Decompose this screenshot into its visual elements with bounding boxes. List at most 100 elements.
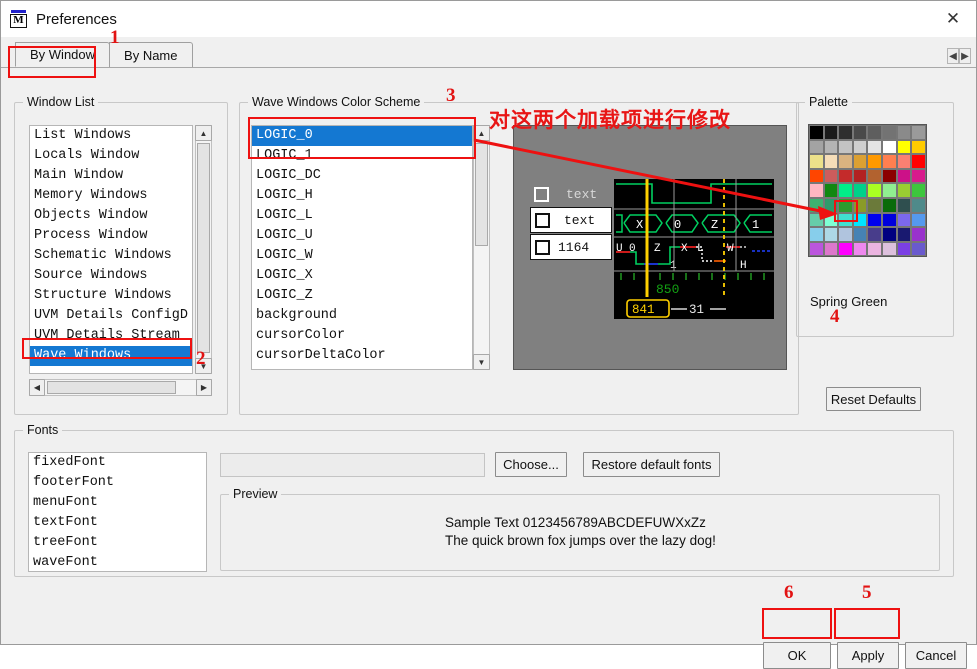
font-list-item-1[interactable]: footerFont (29, 473, 206, 493)
palette-swatch-10[interactable] (838, 139, 853, 155)
scroll-down-icon[interactable]: ▼ (473, 354, 490, 370)
color-palette-grid[interactable] (808, 124, 927, 258)
ok-button[interactable]: OK (763, 642, 831, 669)
palette-swatch-38[interactable] (896, 183, 912, 198)
color-scheme-vscrollbar[interactable]: ▲ ▼ (473, 125, 490, 370)
apply-button[interactable]: Apply (837, 642, 899, 669)
palette-swatch-46[interactable] (896, 197, 912, 213)
palette-swatch-23[interactable] (911, 154, 926, 169)
palette-swatch-13[interactable] (881, 139, 897, 155)
font-list-item-0[interactable]: fixedFont (29, 453, 206, 473)
palette-swatch-25[interactable] (823, 168, 839, 184)
font-list-item-5[interactable]: waveFont (29, 553, 206, 571)
color-scheme-item-5[interactable]: LOGIC_U (252, 226, 472, 246)
choose-font-button[interactable]: Choose... (495, 452, 567, 477)
palette-swatch-44[interactable] (867, 197, 882, 213)
window-list-item-1[interactable]: Locals Window (30, 146, 192, 166)
palette-swatch-37[interactable] (881, 183, 897, 198)
window-list-item-8[interactable]: Structure Windows (30, 286, 192, 306)
tab-by-window[interactable]: By Window (15, 42, 111, 67)
window-list-listbox[interactable]: List Windows Locals Window Main Window Memo… (29, 125, 193, 374)
color-scheme-item-8[interactable]: LOGIC_Z (252, 286, 472, 306)
palette-swatch-71[interactable] (911, 241, 926, 257)
window-list-item-9[interactable]: UVM Details ConfigD (30, 306, 192, 326)
color-scheme-item-9[interactable]: background (252, 306, 472, 326)
palette-swatch-68[interactable] (867, 241, 882, 257)
palette-swatch-2[interactable] (838, 125, 853, 140)
window-list-item-7[interactable]: Source Windows (30, 266, 192, 286)
font-list-item-4[interactable]: treeFont (29, 533, 206, 553)
palette-swatch-7[interactable] (911, 125, 926, 140)
color-scheme-listbox[interactable]: LOGIC_0 LOGIC_1 LOGIC_DC LOGIC_H LOGIC_L LOGI… (251, 125, 473, 370)
font-list-item-3[interactable]: textFont (29, 513, 206, 533)
scroll-up-icon[interactable]: ▲ (195, 125, 212, 141)
color-scheme-item-3[interactable]: LOGIC_H (252, 186, 472, 206)
palette-swatch-29[interactable] (881, 168, 897, 184)
scroll-right-icon[interactable]: ▶ (196, 379, 212, 396)
color-scheme-item-1[interactable]: LOGIC_1 (252, 146, 472, 166)
palette-swatch-5[interactable] (881, 125, 897, 140)
palette-swatch-36[interactable] (867, 183, 882, 198)
checkbox-unchecked-icon[interactable] (534, 186, 549, 202)
palette-swatch-58[interactable] (838, 227, 853, 242)
palette-swatch-21[interactable] (881, 154, 897, 169)
palette-swatch-66[interactable] (838, 241, 853, 257)
palette-swatch-30[interactable] (896, 168, 912, 184)
color-scheme-item-4[interactable]: LOGIC_L (252, 206, 472, 226)
window-list-item-6[interactable]: Schematic Windows (30, 246, 192, 266)
palette-swatch-54[interactable] (896, 212, 912, 228)
color-scheme-item-7[interactable]: LOGIC_X (252, 266, 472, 286)
palette-swatch-6[interactable] (896, 125, 912, 140)
window-list-item-3[interactable]: Memory Windows (30, 186, 192, 206)
reset-defaults-button[interactable]: Reset Defaults (826, 387, 921, 411)
palette-swatch-48[interactable] (809, 212, 824, 228)
palette-swatch-0[interactable] (809, 125, 824, 140)
palette-swatch-39[interactable] (911, 183, 926, 198)
palette-swatch-4[interactable] (867, 125, 882, 140)
palette-swatch-45[interactable] (881, 197, 897, 213)
fonts-listbox[interactable]: fixedFont footerFont menuFont textFont treeF… (28, 452, 207, 572)
palette-swatch-35[interactable] (852, 183, 868, 198)
palette-swatch-63[interactable] (911, 227, 926, 242)
palette-swatch-49[interactable] (823, 212, 839, 228)
window-list-item-0[interactable]: List Windows (30, 126, 192, 146)
chevron-right-icon[interactable]: ▶ (959, 48, 971, 64)
color-scheme-item-10[interactable]: cursorColor (252, 326, 472, 346)
scroll-up-icon[interactable]: ▲ (473, 125, 490, 141)
color-scheme-item-6[interactable]: LOGIC_W (252, 246, 472, 266)
window-list-vscrollbar[interactable]: ▲ ▼ (195, 125, 212, 374)
cancel-button[interactable]: Cancel (905, 642, 967, 669)
color-scheme-item-11[interactable]: cursorDeltaColor (252, 346, 472, 366)
palette-swatch-14[interactable] (896, 139, 912, 155)
palette-swatch-20[interactable] (867, 154, 882, 169)
hscroll-thumb[interactable] (47, 381, 176, 394)
palette-swatch-51[interactable] (852, 212, 868, 228)
palette-swatch-16[interactable] (809, 154, 824, 169)
scroll-down-icon[interactable]: ▼ (195, 358, 212, 374)
palette-swatch-27[interactable] (852, 168, 868, 184)
palette-swatch-56[interactable] (809, 227, 824, 242)
palette-swatch-12[interactable] (867, 139, 882, 155)
palette-swatch-70[interactable] (896, 241, 912, 257)
font-list-item-2[interactable]: menuFont (29, 493, 206, 513)
window-list-item-10[interactable]: UVM Details Stream (30, 326, 192, 346)
restore-default-fonts-button[interactable]: Restore default fonts (583, 452, 720, 477)
chevron-left-icon[interactable]: ◀ (947, 48, 959, 64)
palette-swatch-47[interactable] (911, 197, 926, 213)
palette-swatch-43[interactable] (852, 197, 868, 213)
palette-swatch-65[interactable] (823, 241, 839, 257)
tab-by-name[interactable]: By Name (109, 42, 193, 67)
palette-swatch-42[interactable] (838, 197, 853, 213)
color-scheme-item-0[interactable]: LOGIC_0 (252, 126, 472, 146)
palette-swatch-41[interactable] (823, 197, 839, 213)
palette-swatch-32[interactable] (809, 183, 824, 198)
palette-swatch-11[interactable] (852, 139, 868, 155)
palette-swatch-62[interactable] (896, 227, 912, 242)
palette-swatch-28[interactable] (867, 168, 882, 184)
palette-swatch-26[interactable] (838, 168, 853, 184)
close-icon[interactable]: ✕ (930, 1, 976, 37)
palette-swatch-64[interactable] (809, 241, 824, 257)
palette-swatch-19[interactable] (852, 154, 868, 169)
checkbox-unchecked-icon[interactable] (535, 212, 550, 228)
palette-swatch-61[interactable] (881, 227, 897, 242)
